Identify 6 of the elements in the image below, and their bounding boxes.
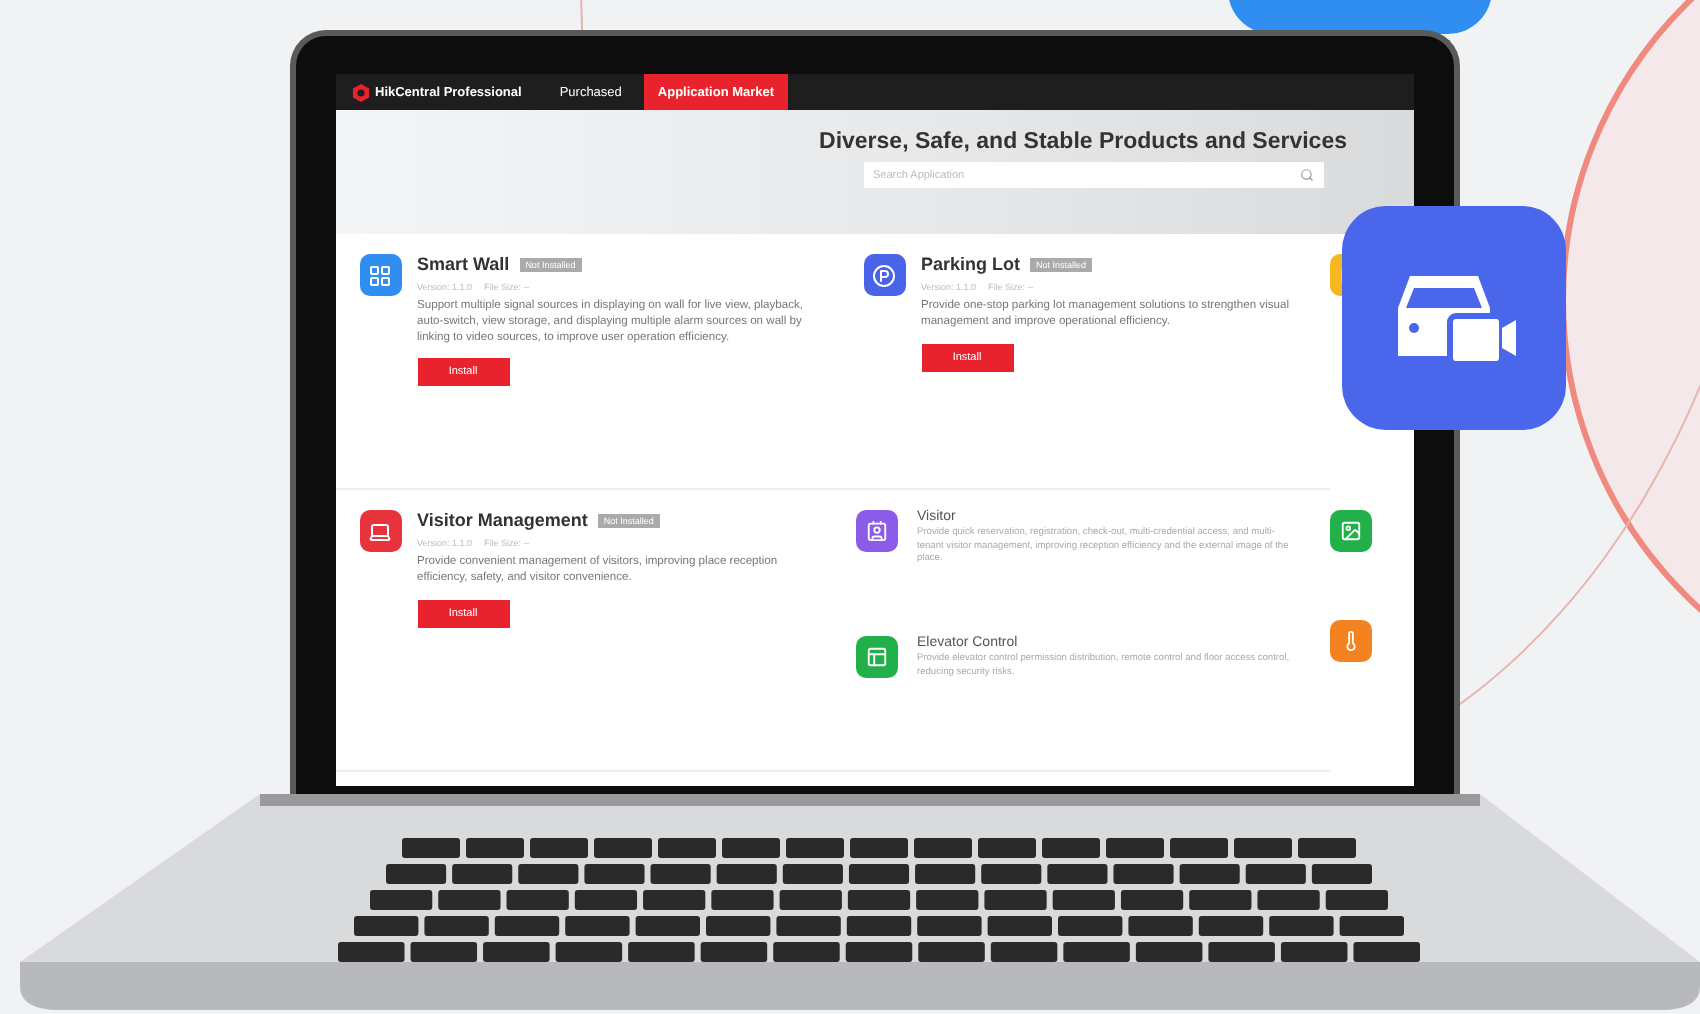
app-name: Parking Lot bbox=[921, 254, 1021, 274]
banner-title: Diverse, Safe, and Stable Products and Services bbox=[819, 130, 1347, 154]
app-name: Visitor Management bbox=[417, 510, 588, 530]
search-icon bbox=[1299, 168, 1313, 182]
app-name: Smart Wall bbox=[417, 254, 510, 274]
logo-icon bbox=[351, 83, 369, 101]
